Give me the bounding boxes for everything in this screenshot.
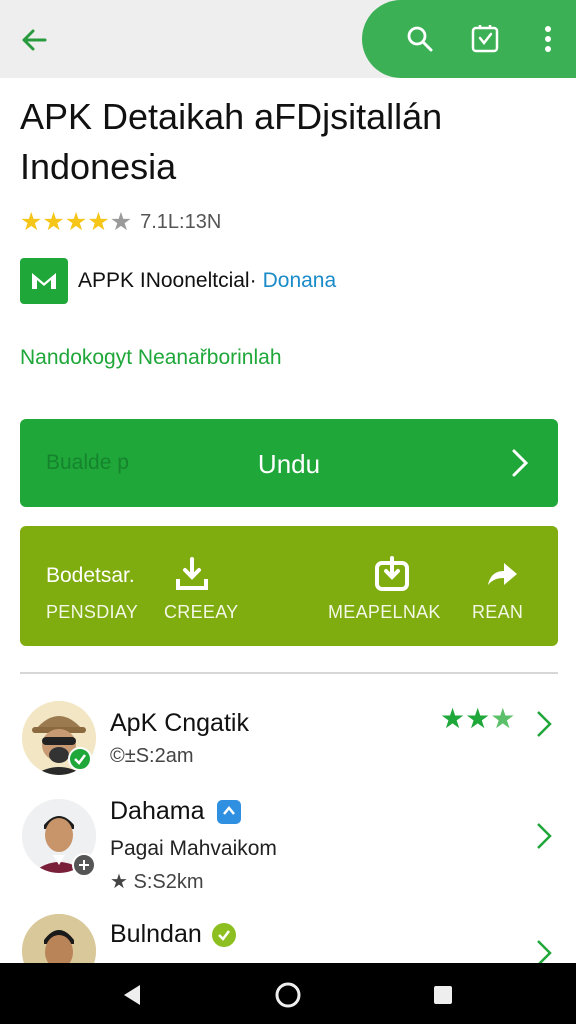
list-item[interactable]: Bulndan [0, 914, 576, 963]
more-vert-icon [545, 26, 551, 52]
list-item-name: Bulndan [110, 920, 202, 948]
circle-home-icon [275, 982, 301, 1008]
action-rean[interactable]: REAN [460, 526, 558, 646]
nav-recents-button[interactable] [423, 975, 463, 1015]
star-icon: ★ [42, 208, 65, 236]
app-title: APK Detaikah aFDjsitallán Indonesia [20, 96, 443, 187]
star-icon: ★ [20, 208, 43, 236]
avatar [22, 914, 96, 963]
search-icon [407, 26, 433, 52]
nav-home-button[interactable] [268, 975, 308, 1015]
more-options-button[interactable] [526, 17, 570, 61]
toolbar-actions [362, 0, 576, 78]
action-label: REAN [472, 602, 524, 622]
verified-badge-icon [216, 799, 241, 824]
developer-link[interactable]: Donana [263, 269, 337, 293]
action-pensdiay[interactable]: PENSDIAY [20, 526, 150, 646]
chevron-right-icon [537, 711, 552, 737]
shield-badge-button[interactable] [463, 17, 507, 61]
chevron-right-icon [537, 940, 552, 963]
developer-logo-icon [32, 273, 56, 289]
star-icon: ★ [109, 208, 133, 236]
download-icon [372, 554, 412, 594]
triangle-back-icon [124, 985, 140, 1005]
list-item[interactable]: ApK Cngatik ©±S:2am ★ ★ ★ [0, 697, 576, 781]
list-item-title-row: Bulndan [110, 920, 236, 949]
rating-row: ★ ★ ★ ★ ★ 7.1L:13N [20, 206, 221, 238]
avatar-image [22, 914, 96, 963]
rating-stars: ★ ★ ★ ★ ★ [20, 208, 132, 236]
developer-logo [20, 258, 68, 304]
back-button[interactable] [12, 18, 56, 62]
list-item[interactable]: Dahama Pagai Mahvaikom ★ S:S2km [0, 797, 576, 897]
nav-back-button[interactable] [112, 975, 152, 1015]
action-creeay[interactable]: CREEAY [150, 526, 280, 646]
star-icon: ★ [87, 208, 110, 236]
square-recents-icon [434, 986, 452, 1004]
chevron-right-icon [512, 449, 529, 477]
rating-count: 7.1L:13N [140, 210, 222, 233]
list-item-stars: ★ ★ ★ [440, 705, 515, 733]
star-icon: ★ [465, 703, 491, 734]
list-item-line2: Pagai Mahvaikom [110, 837, 277, 860]
star-icon: ★ [64, 208, 88, 236]
action-label: PENSDIAY [46, 602, 139, 622]
chevron-right-icon [537, 823, 552, 849]
share-arrow-icon [482, 554, 522, 594]
verified-badge-icon [68, 747, 92, 771]
star-icon: ★ [490, 703, 516, 734]
category-link[interactable]: Nandokogyt Neanařborinlah [20, 346, 282, 370]
developer-name: APPK INooneltсial· [78, 269, 257, 292]
list-item-name: Dahama [110, 797, 205, 825]
add-badge-icon [72, 853, 96, 877]
section-divider [20, 672, 558, 674]
app-bar [0, 0, 576, 78]
shield-badge-icon [471, 25, 499, 53]
list-item-name: ApK Cngatik [110, 709, 249, 737]
list-item-title-row: Dahama [110, 797, 241, 826]
developer-row[interactable]: APPK INooneltсial· Donana [20, 258, 336, 304]
download-icon [172, 554, 212, 594]
system-nav-bar [0, 963, 576, 1024]
list-item-sub: ©±S:2am [110, 745, 194, 767]
action-meapelnak[interactable]: MEAPELNAK [320, 526, 450, 646]
arrow-left-icon [22, 29, 47, 51]
star-icon: ★ [440, 703, 466, 734]
install-button[interactable]: Bualde p Undu [20, 419, 558, 507]
list-item-sub: ★ S:S2km [110, 871, 204, 893]
actions-panel: Bodetsar. PENSDIAY CREEAY MEAPELNAK REAN [20, 526, 558, 646]
action-label: MEAPELNAK [328, 602, 441, 622]
verified-badge-icon [211, 922, 236, 947]
install-label: Undu [257, 449, 321, 479]
action-label: CREEAY [164, 602, 239, 622]
search-button[interactable] [398, 17, 442, 61]
